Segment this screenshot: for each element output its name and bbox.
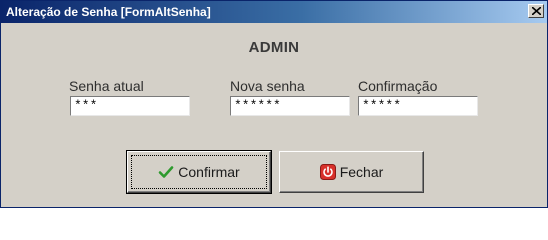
window-title: Alteração de Senha [FormAltSenha] <box>6 5 211 19</box>
dialog-body: ADMIN Senha atual *** Nova senha ****** … <box>2 23 546 206</box>
confirm-password-label: Confirmação <box>358 78 438 94</box>
close-window-button[interactable] <box>528 4 544 18</box>
password-change-window: Alteração de Senha [FormAltSenha] ADMIN … <box>0 0 548 208</box>
title-bar[interactable]: Alteração de Senha [FormAltSenha] <box>1 1 547 23</box>
current-password-field[interactable]: *** <box>70 96 190 116</box>
new-password-label: Nova senha <box>230 78 305 94</box>
power-icon <box>319 164 336 180</box>
check-icon <box>158 164 174 180</box>
close-button-label: Fechar <box>339 164 384 180</box>
user-name: ADMIN <box>248 39 300 56</box>
confirm-button[interactable]: Confirmar <box>126 150 272 194</box>
close-button[interactable]: Fechar <box>279 151 424 193</box>
close-icon <box>532 7 541 15</box>
confirm-password-field[interactable]: ***** <box>358 96 478 116</box>
focus-rect <box>131 155 267 189</box>
new-password-field[interactable]: ****** <box>230 96 350 116</box>
current-password-label: Senha atual <box>69 78 144 94</box>
